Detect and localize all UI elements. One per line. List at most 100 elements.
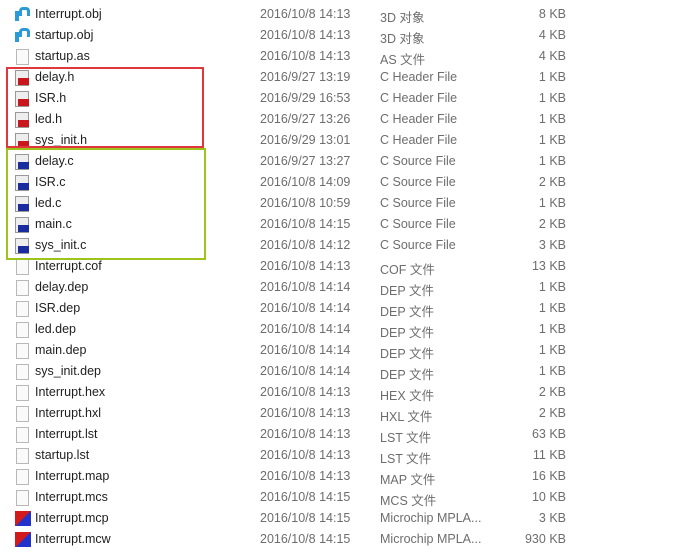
file-icon: [16, 427, 29, 443]
file-name: Interrupt.mcw: [35, 532, 111, 546]
file-type: MAP 文件: [380, 473, 436, 487]
file-size: 3 KB: [538, 511, 566, 525]
file-size: 1 KB: [538, 154, 566, 168]
file-type: 3D 对象: [380, 11, 425, 25]
file-date: 2016/10/8 14:14: [260, 343, 351, 357]
file-type: COF 文件: [380, 263, 435, 277]
file-size: 2 KB: [538, 217, 566, 231]
file-type: C Source File: [380, 154, 456, 168]
file-type: LST 文件: [380, 452, 432, 466]
file-icon: [16, 448, 29, 464]
file-date: 2016/10/8 14:14: [260, 301, 351, 315]
file-icon: [16, 322, 29, 338]
file-name: Interrupt.obj: [35, 7, 102, 21]
file-type: HEX 文件: [380, 389, 435, 403]
file-name: main.dep: [35, 343, 87, 357]
file-date: 2016/10/8 14:15: [260, 511, 351, 525]
file-type: C Source File: [380, 238, 456, 252]
file-type: C Source File: [380, 196, 456, 210]
file-size: 1 KB: [538, 196, 566, 210]
file-type: C Header File: [380, 91, 458, 105]
file-date: 2016/10/8 14:15: [260, 217, 351, 231]
file-row[interactable]: startup.obj 2016/10/8 14:13 3D 对象 4 KB: [0, 25, 684, 46]
file-row[interactable]: Interrupt.map 2016/10/8 14:13 MAP 文件 16 …: [0, 466, 684, 487]
file-icon: [16, 364, 29, 380]
file-date: 2016/10/8 14:13: [260, 469, 351, 483]
file-name: Interrupt.map: [35, 469, 110, 483]
file-icon: [16, 406, 29, 422]
file-name: led.dep: [35, 322, 77, 336]
file-size: 1 KB: [538, 70, 566, 84]
file-size: 2 KB: [538, 175, 566, 189]
file-row[interactable]: led.dep 2016/10/8 14:14 DEP 文件 1 KB: [0, 319, 684, 340]
file-type: C Source File: [380, 217, 456, 231]
file-date: 2016/10/8 14:13: [260, 49, 351, 63]
file-row[interactable]: ISR.dep 2016/10/8 14:14 DEP 文件 1 KB: [0, 298, 684, 319]
file-size: 16 KB: [531, 469, 566, 483]
file-date: 2016/10/8 14:13: [260, 385, 351, 399]
file-date: 2016/10/8 14:13: [260, 427, 351, 441]
file-icon: [16, 469, 29, 485]
file-name: Interrupt.mcs: [35, 490, 108, 504]
file-date: 2016/10/8 14:09: [260, 175, 351, 189]
file-name: delay.dep: [35, 280, 89, 294]
file-date: 2016/10/8 14:14: [260, 280, 351, 294]
file-date: 2016/10/8 14:15: [260, 490, 351, 504]
mplab-project-icon: [15, 511, 31, 526]
file-type: C Header File: [380, 112, 458, 126]
file-icon: [16, 280, 29, 296]
file-icon: [16, 490, 29, 506]
file-date: 2016/10/8 14:13: [260, 7, 351, 21]
file-size: 8 KB: [538, 7, 566, 21]
file-date: 2016/10/8 14:15: [260, 532, 351, 546]
file-date: 2016/10/8 14:13: [260, 28, 351, 42]
file-name: Interrupt.cof: [35, 259, 102, 273]
file-size: 13 KB: [531, 259, 566, 273]
file-row[interactable]: startup.lst 2016/10/8 14:13 LST 文件 11 KB: [0, 445, 684, 466]
file-size: 1 KB: [538, 280, 566, 294]
file-row[interactable]: Interrupt.mcw 2016/10/8 14:15 Microchip …: [0, 529, 684, 550]
file-row[interactable]: Interrupt.mcs 2016/10/8 14:15 MCS 文件 10 …: [0, 487, 684, 508]
file-size: 1 KB: [538, 301, 566, 315]
3d-object-icon: [15, 28, 30, 43]
file-size: 2 KB: [538, 406, 566, 420]
file-date: 2016/10/8 10:59: [260, 196, 351, 210]
file-row[interactable]: sys_init.dep 2016/10/8 14:14 DEP 文件 1 KB: [0, 361, 684, 382]
file-size: 10 KB: [531, 490, 566, 504]
file-type: DEP 文件: [380, 284, 434, 298]
file-icon: [16, 301, 29, 317]
file-date: 2016/10/8 14:12: [260, 238, 351, 252]
file-name: startup.obj: [35, 28, 94, 42]
file-type: C Header File: [380, 70, 458, 84]
file-date: 2016/9/27 13:26: [260, 112, 351, 126]
file-icon: [16, 343, 29, 359]
file-size: 1 KB: [538, 322, 566, 336]
file-row[interactable]: Interrupt.obj 2016/10/8 14:13 3D 对象 8 KB: [0, 4, 684, 25]
file-icon: [16, 49, 29, 65]
file-type: DEP 文件: [380, 347, 434, 361]
file-date: 2016/9/27 13:27: [260, 154, 351, 168]
file-date: 2016/9/29 13:01: [260, 133, 351, 147]
file-type: HXL 文件: [380, 410, 433, 424]
file-type: Microchip MPLA...: [380, 511, 482, 525]
file-type: C Source File: [380, 175, 456, 189]
file-type: 3D 对象: [380, 32, 425, 46]
file-row[interactable]: Interrupt.lst 2016/10/8 14:13 LST 文件 63 …: [0, 424, 684, 445]
file-size: 2 KB: [538, 385, 566, 399]
file-date: 2016/9/27 13:19: [260, 70, 351, 84]
file-name: startup.lst: [35, 448, 90, 462]
file-type: DEP 文件: [380, 305, 434, 319]
file-size: 930 KB: [524, 532, 566, 546]
file-row[interactable]: delay.dep 2016/10/8 14:14 DEP 文件 1 KB: [0, 277, 684, 298]
file-type: Microchip MPLA...: [380, 532, 482, 546]
file-row[interactable]: main.dep 2016/10/8 14:14 DEP 文件 1 KB: [0, 340, 684, 361]
file-type: AS 文件: [380, 53, 426, 67]
file-row[interactable]: startup.as 2016/10/8 14:13 AS 文件 4 KB: [0, 46, 684, 67]
file-size: 11 KB: [532, 448, 566, 462]
file-row[interactable]: Interrupt.hxl 2016/10/8 14:13 HXL 文件 2 K…: [0, 403, 684, 424]
header-files-highlight: [6, 67, 204, 148]
file-row[interactable]: Interrupt.mcp 2016/10/8 14:15 Microchip …: [0, 508, 684, 529]
file-date: 2016/10/8 14:13: [260, 448, 351, 462]
file-row[interactable]: Interrupt.hex 2016/10/8 14:13 HEX 文件 2 K…: [0, 382, 684, 403]
file-name: sys_init.dep: [35, 364, 102, 378]
